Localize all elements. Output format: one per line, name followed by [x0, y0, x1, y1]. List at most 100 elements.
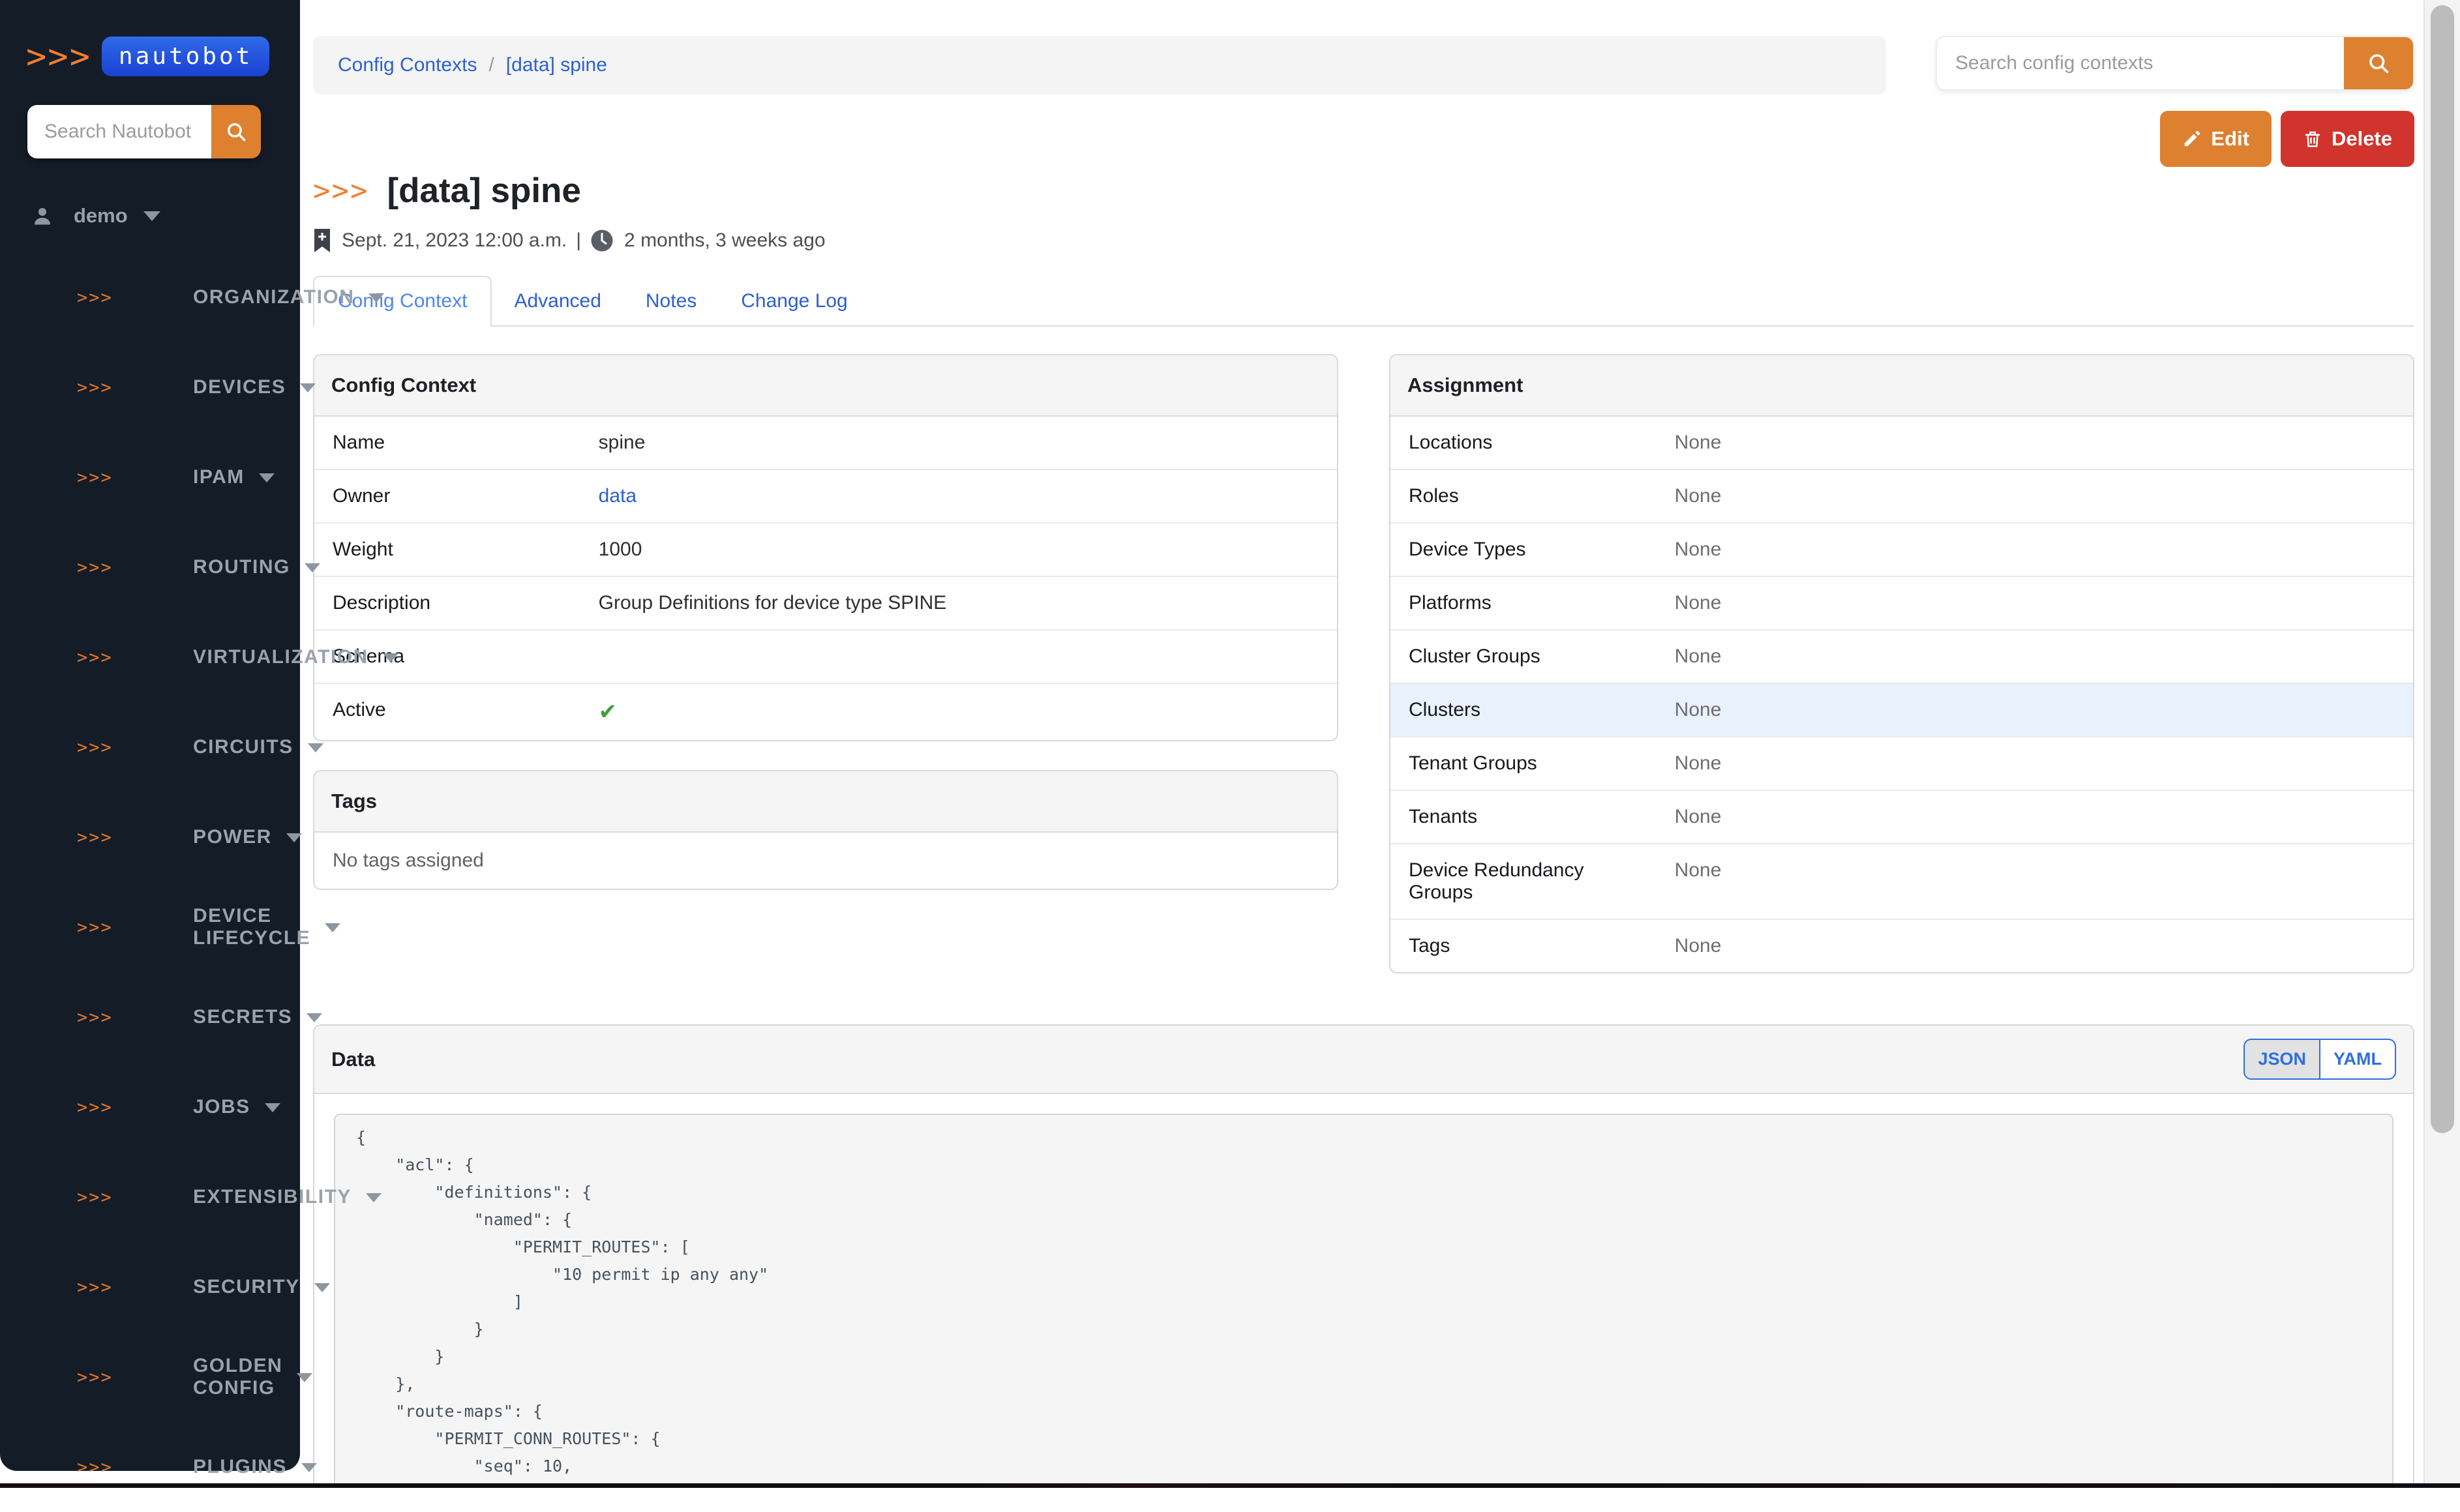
- table-row: Active ✔: [314, 684, 1337, 740]
- sidebar-item-devices[interactable]: >>> DEVICES: [0, 342, 300, 432]
- table-row-highlighted: Clusters None: [1390, 684, 2413, 737]
- tab-notes[interactable]: Notes: [623, 277, 719, 325]
- chevron-down-icon: [286, 833, 302, 850]
- scrollbar-thumb[interactable]: [2431, 5, 2454, 1133]
- delete-button-label: Delete: [2332, 127, 2392, 151]
- sidebar-item-label: CIRCUITS: [193, 736, 293, 758]
- table-row: Name spine: [314, 417, 1337, 470]
- nautobot-chevrons-icon: >>>: [77, 737, 193, 758]
- chevron-down-icon: [368, 293, 384, 310]
- table-row: Platforms None: [1390, 577, 2413, 630]
- chevron-down-icon: [325, 923, 340, 940]
- sidebar-item-plugins[interactable]: >>> PLUGINS: [0, 1422, 300, 1512]
- sidebar-item-label: DEVICE LIFECYCLE: [193, 905, 310, 949]
- chevron-down-icon: [308, 743, 323, 760]
- field-value: None: [1657, 844, 2413, 919]
- chevron-down-icon: [143, 211, 160, 230]
- data-panel: Data JSON YAML { "acl": { "definitions":…: [313, 1024, 2414, 1488]
- chevron-down-icon: [301, 1463, 317, 1480]
- field-value: None: [1657, 577, 2413, 629]
- sidebar-item-label: SECRETS: [193, 1006, 292, 1028]
- nautobot-chevrons-icon: >>>: [77, 467, 193, 488]
- bookmark-plus-icon: [313, 229, 331, 252]
- sidebar-item-ipam[interactable]: >>> IPAM: [0, 432, 300, 522]
- sidebar-item-extensibility[interactable]: >>> EXTENSIBILITY: [0, 1152, 300, 1242]
- table-row: Tenants None: [1390, 791, 2413, 844]
- panel-title: Tags: [314, 771, 1337, 833]
- sidebar-item-organization[interactable]: >>> ORGANIZATION: [0, 252, 300, 342]
- panel-title: Config Context: [314, 355, 1337, 417]
- object-search-button[interactable]: [2344, 37, 2413, 89]
- field-value: None: [1657, 524, 2413, 576]
- breadcrumb-link-current[interactable]: [data] spine: [506, 54, 607, 76]
- search-icon: [2367, 52, 2390, 75]
- sidebar-item-device-lifecycle[interactable]: >>> DEVICE LIFECYCLE: [0, 882, 300, 972]
- sidebar-item-virtualization[interactable]: >>> VIRTUALIZATION: [0, 612, 300, 702]
- sidebar: >>> nautobot demo >>> ORGANIZATION: [0, 0, 300, 1471]
- field-label: Platforms: [1390, 577, 1657, 629]
- sidebar-item-label: EXTENSIBILITY: [193, 1186, 352, 1208]
- nautobot-chevrons-icon: >>>: [77, 1367, 193, 1387]
- table-row: Tenant Groups None: [1390, 737, 2413, 791]
- nautobot-chevrons-icon: >>>: [77, 1007, 193, 1028]
- sidebar-item-label: VIRTUALIZATION: [193, 646, 368, 668]
- sidebar-item-security[interactable]: >>> SECURITY: [0, 1242, 300, 1332]
- sidebar-item-routing[interactable]: >>> ROUTING: [0, 522, 300, 612]
- json-toggle-button[interactable]: JSON: [2243, 1039, 2320, 1080]
- nautobot-chevrons-icon: >>>: [77, 1277, 193, 1297]
- sidebar-item-label: POWER: [193, 826, 272, 848]
- chevron-down-icon: [366, 1193, 382, 1210]
- nautobot-chevrons-icon: >>>: [77, 378, 193, 398]
- table-row: Cluster Groups None: [1390, 630, 2413, 684]
- tab-advanced[interactable]: Advanced: [492, 277, 623, 325]
- sidebar-item-circuits[interactable]: >>> CIRCUITS: [0, 702, 300, 792]
- page-scrollbar[interactable]: [2423, 0, 2460, 1488]
- yaml-toggle-button[interactable]: YAML: [2320, 1039, 2396, 1080]
- sidebar-item-label: PLUGINS: [193, 1456, 287, 1478]
- object-search: [1936, 36, 2414, 91]
- chevron-down-icon: [300, 383, 316, 400]
- sidebar-item-label: ROUTING: [193, 556, 290, 578]
- tags-empty-text: No tags assigned: [314, 833, 1337, 889]
- chevron-down-icon: [383, 653, 398, 670]
- field-label: Cluster Groups: [1390, 630, 1657, 683]
- table-row: Owner data: [314, 470, 1337, 524]
- main-content: Config Contexts / [data] spine: [300, 0, 2423, 1488]
- owner-link[interactable]: data: [599, 485, 637, 507]
- nautobot-chevrons-icon: >>>: [77, 827, 193, 848]
- sidebar-item-secrets[interactable]: >>> SECRETS: [0, 972, 300, 1062]
- clock-icon: [590, 229, 614, 252]
- search-icon: [225, 121, 247, 143]
- breadcrumb-link-config-contexts[interactable]: Config Contexts: [338, 54, 477, 76]
- config-context-json-code[interactable]: { "acl": { "definitions": { "named": { "…: [334, 1114, 2393, 1488]
- nautobot-chevrons-icon: >>>: [77, 1457, 193, 1477]
- nautobot-logo[interactable]: >>> nautobot: [0, 0, 300, 76]
- sidebar-item-jobs[interactable]: >>> JOBS: [0, 1062, 300, 1152]
- edit-button[interactable]: Edit: [2160, 111, 2272, 167]
- user-icon: [31, 204, 54, 228]
- nautobot-chevrons-icon: >>>: [77, 1187, 193, 1208]
- delete-button[interactable]: Delete: [2281, 111, 2414, 167]
- object-search-input[interactable]: [1937, 37, 2344, 89]
- sidebar-item-label: DEVICES: [193, 376, 286, 398]
- nautobot-chevrons-icon: >>>: [26, 40, 91, 74]
- screen-bottom-edge: [0, 1483, 2460, 1488]
- pencil-icon: [2182, 129, 2202, 149]
- sidebar-item-power[interactable]: >>> POWER: [0, 792, 300, 882]
- sidebar-nav: >>> ORGANIZATION >>> DEVICES >>> IPAM >>…: [0, 252, 300, 1512]
- chevron-down-icon: [265, 1103, 280, 1120]
- sidebar-item-golden-config[interactable]: >>> GOLDEN CONFIG: [0, 1332, 300, 1422]
- sidebar-search-button[interactable]: [211, 105, 261, 158]
- page-title: [data] spine: [387, 171, 580, 211]
- user-menu[interactable]: demo: [31, 204, 300, 228]
- nautobot-chevrons-icon: >>>: [77, 1097, 193, 1118]
- table-row: Description Group Definitions for device…: [314, 577, 1337, 630]
- chevron-down-icon: [259, 473, 275, 490]
- check-icon: ✔: [599, 699, 618, 725]
- nautobot-logo-text: nautobot: [119, 43, 252, 70]
- tab-change-log[interactable]: Change Log: [719, 277, 869, 325]
- username: demo: [74, 204, 128, 228]
- sidebar-search-input[interactable]: [27, 105, 211, 158]
- field-value: None: [1657, 737, 2413, 790]
- field-label: Active: [314, 684, 580, 740]
